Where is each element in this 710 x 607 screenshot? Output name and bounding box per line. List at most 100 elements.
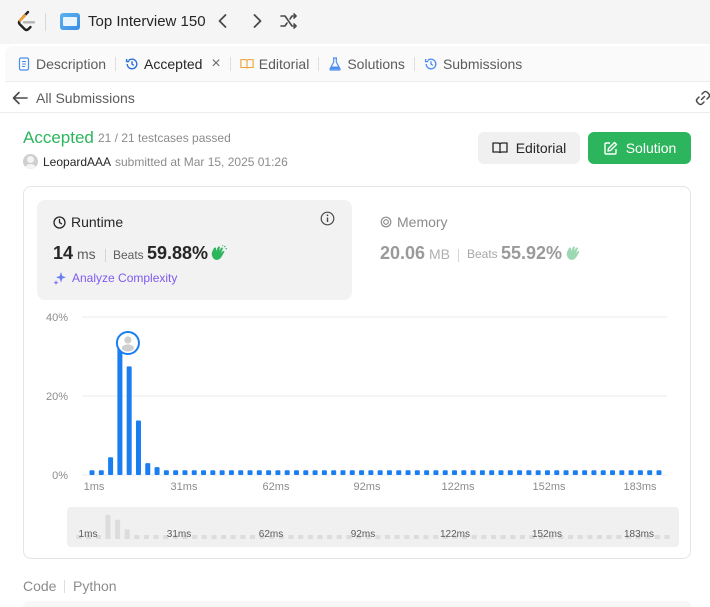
all-submissions-link[interactable]: All Submissions (36, 90, 135, 106)
scrubber-tick-label: 62ms (259, 529, 283, 540)
memory-title[interactable]: Memory (380, 214, 448, 230)
chart-bar (228, 470, 234, 475)
arrow-left-icon[interactable] (12, 91, 28, 105)
solution-button-label: Solution (625, 140, 677, 156)
leetcode-logo[interactable] (15, 10, 37, 34)
book-icon (240, 58, 254, 68)
chart-bar (591, 470, 597, 475)
divider (115, 56, 117, 71)
memory-chip-icon (380, 216, 392, 228)
chart-bar (284, 470, 290, 475)
scrubber-bar (664, 535, 670, 539)
divider (45, 13, 46, 31)
tab-description[interactable]: Description (17, 46, 106, 82)
scrubber-bar (394, 535, 400, 539)
editorial-button[interactable]: Editorial (478, 132, 580, 164)
chart-bar (377, 470, 383, 475)
chart-bar (582, 470, 588, 475)
link-icon[interactable] (694, 89, 710, 107)
close-icon[interactable]: × (211, 55, 220, 72)
tab-bar: Description Accepted × Editorial Solutio… (5, 46, 710, 82)
y-tick-label: 0% (52, 470, 68, 482)
chevron-right-icon[interactable] (247, 11, 267, 31)
analyze-complexity-label: Analyze Complexity (72, 271, 178, 285)
clapping-hands-icon (211, 245, 228, 260)
runtime-unit: ms (77, 246, 96, 262)
scrubber-bar (134, 535, 140, 539)
solution-button[interactable]: Solution (588, 132, 691, 164)
scrubber-bar (568, 535, 574, 539)
x-tick-label: 92ms (354, 481, 381, 493)
chart-bar (303, 470, 309, 475)
problem-list-title[interactable]: Top Interview 150 (88, 13, 206, 30)
y-tick-label: 40% (46, 312, 68, 324)
chart-bar (610, 470, 616, 475)
chart-bar (535, 470, 541, 475)
divider (413, 56, 415, 71)
shuffle-icon[interactable] (279, 11, 299, 31)
tab-submissions[interactable]: Submissions (424, 46, 522, 82)
scrubber-bar (230, 535, 236, 539)
scrubber-bar (510, 535, 516, 539)
chart-range-scrubber[interactable]: 1ms 31ms 62ms 92ms 122ms 152ms 183ms (67, 507, 679, 547)
chart-bar (117, 338, 123, 475)
chart-bar (507, 470, 513, 475)
tab-solutions[interactable]: Solutions (328, 46, 405, 82)
runtime-panel[interactable]: Runtime 14 ms Beats 59.88% Analyze Compl… (37, 200, 352, 300)
chart-bar (479, 470, 485, 475)
chart-bar (442, 470, 448, 475)
chevron-left-icon[interactable] (213, 11, 233, 31)
chart-bar (312, 470, 318, 475)
top-bar: Top Interview 150 (0, 0, 710, 44)
memory-unit: MB (429, 246, 450, 262)
performance-card: Runtime 14 ms Beats 59.88% Analyze Compl… (23, 186, 691, 559)
chart-bar (405, 470, 411, 475)
scrubber-bar (490, 535, 496, 539)
chart-bar (424, 470, 430, 475)
description-icon (18, 56, 30, 71)
tab-accepted[interactable]: Accepted × (125, 46, 221, 82)
username[interactable]: LeopardAAA (43, 155, 111, 169)
chart-bar (498, 470, 504, 475)
chart-bar (386, 470, 392, 475)
sparkle-icon (53, 272, 66, 285)
x-tick-label: 31ms (171, 481, 198, 493)
tab-editorial[interactable]: Editorial (240, 46, 309, 82)
chart-bar (359, 470, 365, 475)
scrubber-bar (500, 535, 506, 539)
chart-bar (470, 470, 476, 475)
edit-icon (604, 141, 617, 155)
chart-bar (293, 470, 299, 475)
scrubber-bar (143, 535, 149, 539)
divider (105, 249, 106, 262)
scrubber-bar (519, 535, 525, 539)
analyze-complexity-link[interactable]: Analyze Complexity (53, 271, 177, 285)
divider (64, 580, 65, 593)
runtime-distribution-chart[interactable]: 40% 20% 0% 1ms 31ms 62ms 92ms 122ms 152ms 183ms (24, 305, 692, 505)
chart-bar (489, 470, 495, 475)
chart-bar (275, 470, 281, 475)
chart-bar (256, 470, 262, 475)
chart-bar (637, 470, 643, 475)
chart-bar (619, 470, 625, 475)
testcases-passed: 21 / 21 testcases passed (98, 131, 231, 145)
scrubber-bar (336, 535, 342, 539)
avatar-head (124, 336, 132, 344)
scrubber-bar (288, 535, 294, 539)
list-icon[interactable] (60, 13, 80, 30)
chart-bar (201, 470, 207, 475)
chart-bar (544, 470, 550, 475)
chart-bar (563, 470, 569, 475)
info-icon[interactable] (320, 211, 335, 226)
chart-bar (349, 470, 355, 475)
code-tab[interactable]: Code (23, 578, 56, 594)
chart-bar (247, 470, 253, 475)
scrubber-tick-label: 1ms (79, 529, 98, 540)
language-tab[interactable]: Python (73, 578, 117, 594)
scrubber-bar (587, 535, 593, 539)
scrubber-bar (606, 535, 612, 539)
flask-icon (329, 56, 342, 71)
avatar[interactable] (23, 154, 38, 169)
history-icon (125, 58, 138, 69)
tab-label: Accepted (144, 55, 203, 72)
